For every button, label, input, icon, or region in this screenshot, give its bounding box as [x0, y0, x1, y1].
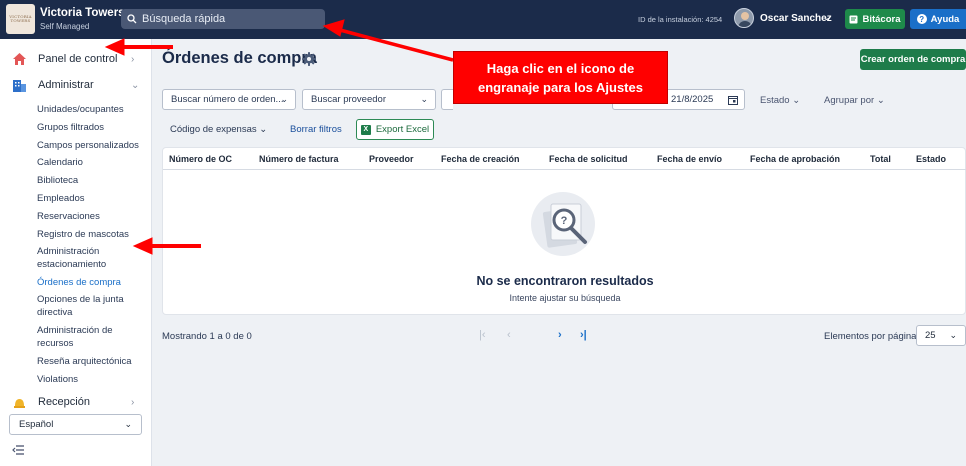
help-button[interactable]: ? Ayuda [910, 9, 966, 29]
next-page-icon[interactable]: › [558, 329, 562, 341]
excel-icon: X [360, 124, 371, 135]
sidebar-item-employees[interactable]: Empleados [37, 192, 147, 205]
sidebar-item-parking[interactable]: Administración estacionamiento [37, 245, 147, 271]
sidebar-item-administrar[interactable]: Administrar ⌄ [0, 74, 151, 96]
sidebar-item-library[interactable]: Biblioteca [37, 174, 147, 187]
column-header[interactable]: Fecha de creación [441, 154, 520, 164]
sidebar-item-pet-registry[interactable]: Registro de mascotas [37, 228, 147, 241]
sidebar: Panel de control › Administrar ⌄ Unidade… [0, 39, 152, 466]
installation-id: ID de la instalación: 4254 [638, 15, 723, 24]
items-per-page-select[interactable]: 25 ⌄ [916, 325, 966, 346]
logbook-button[interactable]: Bitácora [845, 9, 905, 29]
status-filter[interactable]: Estado ⌄ [760, 95, 800, 106]
last-page-icon[interactable]: ›| [580, 329, 587, 341]
chevron-down-icon: ⌄ [259, 124, 268, 135]
filter-field-partial[interactable] [441, 89, 453, 110]
create-purchase-order-button[interactable]: Crear orden de compra [860, 49, 966, 70]
expense-code-filter[interactable]: Código de expensas ⌄ [170, 124, 267, 135]
language-select[interactable]: Español ⌄ [9, 414, 142, 435]
export-excel-button[interactable]: X Export Excel [356, 119, 434, 140]
chevron-down-icon: ⌄ [876, 95, 885, 106]
gear-icon[interactable] [302, 52, 316, 66]
supplier-search[interactable]: Buscar proveedor ⌄ [302, 89, 436, 110]
purchase-orders-table: Número de OC Número de factura Proveedor… [162, 147, 966, 315]
chevron-down-icon: ⌄ [280, 94, 288, 104]
first-page-icon[interactable]: |‹ [479, 329, 486, 341]
notebook-icon [849, 15, 858, 23]
column-header[interactable]: Total [870, 154, 891, 164]
search-input[interactable] [142, 13, 322, 25]
column-header[interactable]: Fecha de envío [657, 154, 722, 164]
items-per-page-label: Elementos por página [824, 331, 917, 342]
sidebar-item-resource-admin[interactable]: Administración de recursos [37, 324, 147, 350]
chevron-right-icon: › [131, 53, 135, 65]
table-header: Número de OC Número de factura Proveedor… [163, 148, 966, 170]
chevron-down-icon: ⌄ [420, 94, 428, 104]
sidebar-item-dashboard[interactable]: Panel de control › [0, 48, 151, 70]
chevron-right-icon: › [131, 396, 135, 408]
sidebar-item-architectural-review[interactable]: Reseña arquitectónica [37, 355, 147, 368]
empty-state-subtitle: Intente ajustar su búsqueda [509, 293, 621, 303]
help-icon: ? [916, 14, 927, 24]
sidebar-item-calendar[interactable]: Calendario [37, 156, 147, 169]
search-icon [127, 14, 137, 24]
clear-filters-link[interactable]: Borrar filtros [290, 124, 342, 135]
avatar[interactable] [734, 8, 754, 28]
bell-icon [14, 399, 25, 408]
building-icon [13, 80, 26, 92]
sidebar-item-custom-fields[interactable]: Campos personalizados [37, 139, 147, 152]
sidebar-item-units[interactable]: Unidades/ocupantes [37, 103, 147, 116]
property-name: Victoria Towers [40, 7, 125, 19]
previous-page-icon[interactable]: ‹ [507, 329, 511, 341]
order-number-search[interactable]: Buscar número de orden... ⌄ [162, 89, 296, 110]
collapse-sidebar-icon[interactable] [12, 445, 25, 458]
svg-text:?: ? [561, 215, 568, 227]
column-header[interactable]: Proveedor [369, 154, 414, 164]
column-header[interactable]: Fecha de solicitud [549, 154, 628, 164]
chevron-down-icon: ⌄ [949, 330, 957, 340]
annotation-callout: Haga clic en el icono de engranaje para … [453, 51, 668, 104]
empty-state-title: No se encontraron resultados [476, 274, 654, 288]
sidebar-item-violations[interactable]: Violations [37, 373, 147, 386]
chevron-down-icon: ⌄ [792, 95, 801, 106]
sidebar-item-filtered-groups[interactable]: Grupos filtrados [37, 121, 147, 134]
chevron-down-icon: ⌄ [131, 79, 140, 91]
group-by-filter[interactable]: Agrupar por ⌄ [824, 95, 885, 106]
top-bar: VICTORIA TOWERS Victoria Towers Self Man… [0, 0, 966, 39]
property-subtitle: Self Managed [40, 22, 90, 31]
chevron-down-icon: ⌄ [124, 419, 132, 429]
calendar-icon [728, 96, 738, 105]
sidebar-item-reservations[interactable]: Reservaciones [37, 210, 147, 223]
user-name[interactable]: Oscar Sanchez [760, 13, 832, 24]
sidebar-item-reception[interactable]: Recepción › [0, 391, 151, 413]
property-logo[interactable]: VICTORIA TOWERS [6, 4, 35, 34]
page-title: Órdenes de compra [162, 49, 317, 67]
column-header[interactable]: Número de factura [259, 154, 339, 164]
house-icon [13, 53, 26, 65]
quick-search[interactable] [121, 9, 325, 29]
column-header[interactable]: Fecha de aprobación [750, 154, 840, 164]
chevron-down-icon[interactable]: ⌄ [823, 12, 831, 23]
column-header[interactable]: Estado [916, 154, 946, 164]
sidebar-item-board-options[interactable]: Opciones de la junta directiva [37, 293, 147, 319]
pagination-summary: Mostrando 1 a 0 de 0 [162, 331, 252, 342]
column-header[interactable]: Número de OC [169, 154, 232, 164]
empty-search-icon: ? [531, 192, 595, 256]
sidebar-item-purchase-orders[interactable]: Órdenes de compra [37, 276, 147, 289]
